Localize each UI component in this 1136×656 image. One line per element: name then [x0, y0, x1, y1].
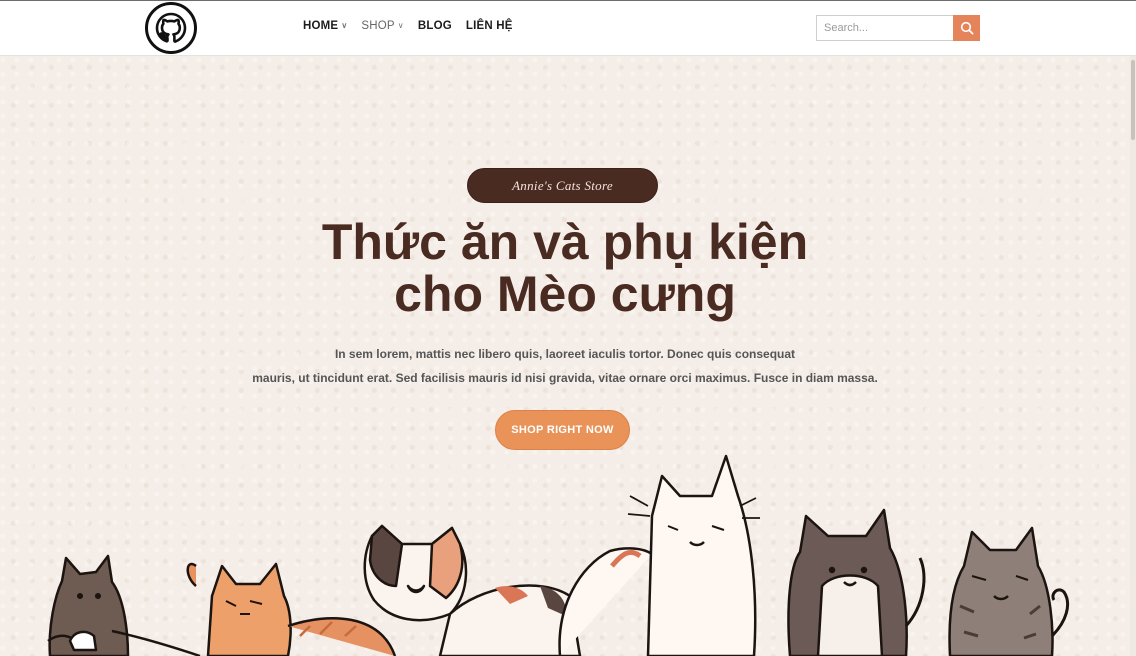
description-line-1: In sem lorem, mattis nec libero quis, la… — [334, 347, 796, 361]
hero-description: In sem lorem, mattis nec libero quis, la… — [240, 342, 890, 390]
chevron-down-icon: ∨ — [397, 20, 404, 30]
search-form — [816, 15, 980, 41]
cat-calico — [363, 524, 582, 656]
description-line-2: mauris, ut tincidunt erat. Sed facilisis… — [252, 371, 878, 385]
hero-headline: Thức ăn và phụ kiện cho Mèo cưng — [230, 216, 900, 320]
cat-grey-left — [47, 554, 201, 656]
header-bar: HOME ∨ SHOP ∨ BLOG LIÊN HỆ — [0, 0, 1136, 56]
logo[interactable] — [145, 2, 197, 54]
nav-home-label: HOME — [303, 20, 339, 32]
headline-line-2: cho Mèo cưng — [394, 266, 736, 322]
nav-blog[interactable]: BLOG — [418, 20, 452, 32]
cat-white-tall — [558, 454, 760, 656]
cats-illustration — [47, 454, 1069, 656]
cat-orange-tabby — [186, 562, 397, 656]
chevron-down-icon: ∨ — [341, 20, 348, 30]
store-badge: Annie's Cats Store — [467, 168, 658, 203]
cat-tabby-grey — [948, 526, 1069, 656]
headline-line-1: Thức ăn và phụ kiện — [321, 214, 809, 270]
search-input[interactable] — [816, 15, 953, 41]
nav-shop-label: SHOP — [361, 20, 395, 32]
page-scrollbar[interactable] — [1130, 56, 1136, 656]
main-nav: HOME ∨ SHOP ∨ BLOG LIÊN HỆ — [303, 20, 527, 32]
search-button[interactable] — [953, 15, 980, 41]
github-cat-icon — [155, 12, 187, 43]
cat-grey-white — [787, 508, 926, 656]
hero-section: Annie's Cats Store Thức ăn và phụ kiện c… — [0, 56, 1130, 656]
search-icon — [960, 21, 974, 35]
top-border — [0, 0, 1136, 1]
nav-contact-label: LIÊN HỆ — [465, 20, 513, 32]
nav-home[interactable]: HOME ∨ — [303, 20, 347, 32]
nav-contact[interactable]: LIÊN HỆ — [466, 20, 513, 32]
nav-shop[interactable]: SHOP ∨ — [361, 20, 403, 32]
scrollbar-thumb[interactable] — [1131, 60, 1135, 140]
nav-blog-label: BLOG — [417, 20, 452, 32]
